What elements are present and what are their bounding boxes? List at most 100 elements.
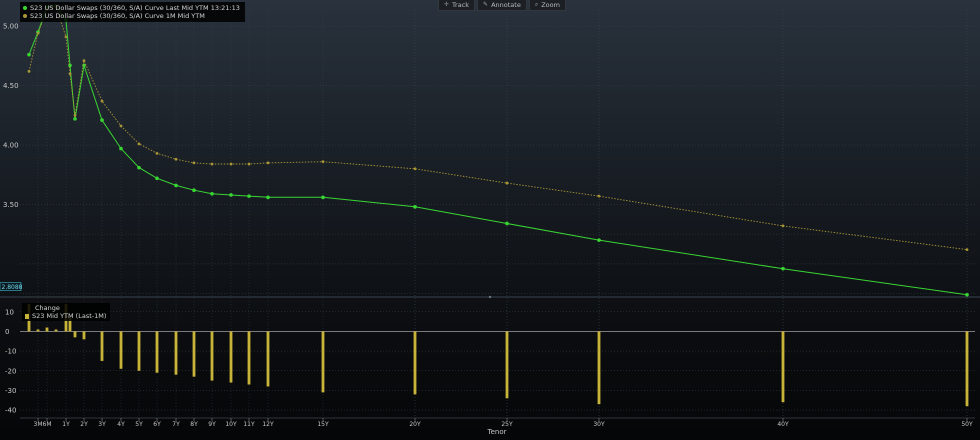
change-bar[interactable] bbox=[192, 331, 196, 377]
change-bar[interactable] bbox=[54, 329, 58, 332]
x-tick-label: 7Y bbox=[172, 421, 180, 428]
data-point-current[interactable] bbox=[321, 195, 325, 200]
change-bar[interactable] bbox=[266, 331, 270, 387]
data-point-1m-ago[interactable] bbox=[119, 124, 123, 128]
x-tick-label: 1Y bbox=[62, 421, 70, 428]
data-point-1m-ago[interactable] bbox=[266, 161, 270, 165]
data-point-current[interactable] bbox=[229, 193, 233, 197]
data-point-current[interactable] bbox=[210, 191, 214, 196]
x-tick-label: 2Y bbox=[80, 421, 88, 428]
annotate-button[interactable]: ✎ Annotate bbox=[477, 0, 527, 11]
data-point-current[interactable] bbox=[781, 266, 785, 271]
change-bar[interactable] bbox=[82, 331, 86, 340]
data-point-1m-ago[interactable] bbox=[781, 224, 785, 228]
data-point-current[interactable] bbox=[27, 52, 31, 57]
data-point-current[interactable] bbox=[155, 176, 159, 181]
data-point-current[interactable] bbox=[100, 118, 104, 122]
x-tick-label: 10Y bbox=[225, 421, 237, 428]
x-tick-label: 15Y bbox=[317, 421, 329, 428]
zoom-label: Zoom bbox=[541, 1, 560, 9]
data-point-1m-ago[interactable] bbox=[413, 167, 417, 171]
data-point-1m-ago[interactable] bbox=[174, 157, 178, 161]
data-point-current[interactable] bbox=[174, 183, 178, 188]
legend-item-current[interactable]: S23 US Dollar Swaps (30/360, S/A) Curve … bbox=[23, 4, 240, 12]
legend-item-change[interactable]: S23 Mid YTM (Last-1M) bbox=[25, 312, 106, 320]
data-point-1m-ago[interactable] bbox=[36, 31, 40, 35]
x-tick-label: 25Y bbox=[501, 421, 513, 428]
data-point-1m-ago[interactable] bbox=[82, 59, 86, 63]
change-bar[interactable] bbox=[36, 329, 40, 332]
change-bar[interactable] bbox=[965, 331, 969, 407]
x-tick-label: 6Y bbox=[153, 421, 161, 428]
data-point-current[interactable] bbox=[965, 293, 969, 297]
data-point-1m-ago[interactable] bbox=[192, 161, 196, 165]
data-point-current[interactable] bbox=[505, 221, 509, 226]
chart-window: 5.00 4.50 4.00 3.50 2.8088 10 0 -10 -20 -30 -40 3M 6… bbox=[0, 0, 980, 440]
data-point-1m-ago[interactable] bbox=[155, 151, 159, 155]
change-bar[interactable] bbox=[45, 327, 49, 332]
x-tick-label: 3Y bbox=[98, 421, 106, 428]
data-point-1m-ago[interactable] bbox=[137, 142, 141, 146]
magnifier-icon: ⌕ bbox=[534, 1, 539, 8]
data-point-current[interactable] bbox=[73, 117, 77, 121]
change-bar[interactable] bbox=[321, 331, 325, 393]
panel-resize-handle[interactable] bbox=[488, 295, 492, 299]
legend-item-previous[interactable]: S23 US Dollar Swaps (30/360, S/A) Curve … bbox=[23, 12, 240, 20]
track-label: Track bbox=[452, 1, 470, 9]
annotate-label: Annotate bbox=[491, 1, 521, 9]
data-point-1m-ago[interactable] bbox=[505, 181, 509, 185]
y-tick-label-bottom: -10 bbox=[5, 348, 16, 356]
series-line-current bbox=[28, 5, 968, 296]
legend-label-change: S23 Mid YTM (Last-1M) bbox=[32, 312, 107, 320]
x-tick-label: 4Y bbox=[117, 421, 125, 428]
data-point-1m-ago[interactable] bbox=[597, 194, 601, 198]
data-point-1m-ago[interactable] bbox=[965, 248, 969, 252]
change-bar[interactable] bbox=[229, 331, 233, 383]
change-bar[interactable] bbox=[174, 331, 178, 375]
x-axis-title: Tenor bbox=[487, 428, 507, 436]
swap-curve-chart[interactable]: 5.004.504.003.502.8088100-10-20-30-403M 6… bbox=[0, 0, 980, 440]
data-point-1m-ago[interactable] bbox=[64, 35, 68, 39]
zoom-button[interactable]: ⌕ Zoom bbox=[528, 0, 566, 11]
data-point-1m-ago[interactable] bbox=[321, 160, 325, 164]
legend-label-current: S23 US Dollar Swaps (30/360, S/A) Curve … bbox=[30, 4, 240, 12]
y-tick-label-bottom: -20 bbox=[5, 367, 16, 375]
data-point-1m-ago[interactable] bbox=[229, 162, 233, 166]
y-tick-label-top: 3.50 bbox=[3, 201, 19, 209]
change-bar[interactable] bbox=[597, 331, 601, 405]
y-tick-label-top: 5.00 bbox=[3, 23, 19, 31]
change-bar[interactable] bbox=[413, 331, 417, 395]
crosshair-icon: ✛ bbox=[444, 1, 450, 8]
data-point-1m-ago[interactable] bbox=[68, 72, 72, 76]
data-point-current[interactable] bbox=[597, 238, 601, 242]
data-point-current[interactable] bbox=[413, 205, 417, 209]
track-button[interactable]: ✛ Track bbox=[438, 0, 476, 11]
data-point-1m-ago[interactable] bbox=[73, 113, 77, 117]
y-tick-label-bottom: 0 bbox=[5, 328, 9, 336]
change-bar[interactable] bbox=[210, 331, 214, 381]
data-point-1m-ago[interactable] bbox=[210, 162, 214, 166]
data-point-current[interactable] bbox=[192, 188, 196, 193]
data-point-1m-ago[interactable] bbox=[27, 69, 31, 73]
pencil-icon: ✎ bbox=[483, 1, 489, 8]
change-bar[interactable] bbox=[247, 331, 251, 385]
change-bar[interactable] bbox=[781, 331, 785, 403]
data-point-1m-ago[interactable] bbox=[247, 162, 251, 166]
curve-legend: S23 US Dollar Swaps (30/360, S/A) Curve … bbox=[20, 2, 245, 22]
data-point-current[interactable] bbox=[247, 194, 251, 198]
data-point-1m-ago[interactable] bbox=[100, 99, 104, 103]
x-tick-label: 6M bbox=[43, 421, 52, 428]
change-bar[interactable] bbox=[119, 331, 123, 369]
y-tick-label-bottom: -30 bbox=[5, 387, 16, 395]
change-bar[interactable] bbox=[100, 331, 104, 361]
change-bar[interactable] bbox=[137, 331, 141, 371]
change-panel-title: Change bbox=[35, 304, 60, 312]
data-point-current[interactable] bbox=[266, 195, 270, 200]
change-bar[interactable] bbox=[73, 331, 77, 338]
data-point-current[interactable] bbox=[119, 146, 123, 151]
change-bar[interactable] bbox=[505, 331, 509, 399]
y-tick-label-bottom: 10 bbox=[5, 308, 14, 316]
change-bar[interactable] bbox=[155, 331, 159, 373]
y-tick-label-top: 4.50 bbox=[3, 82, 19, 90]
data-point-current[interactable] bbox=[137, 165, 141, 170]
